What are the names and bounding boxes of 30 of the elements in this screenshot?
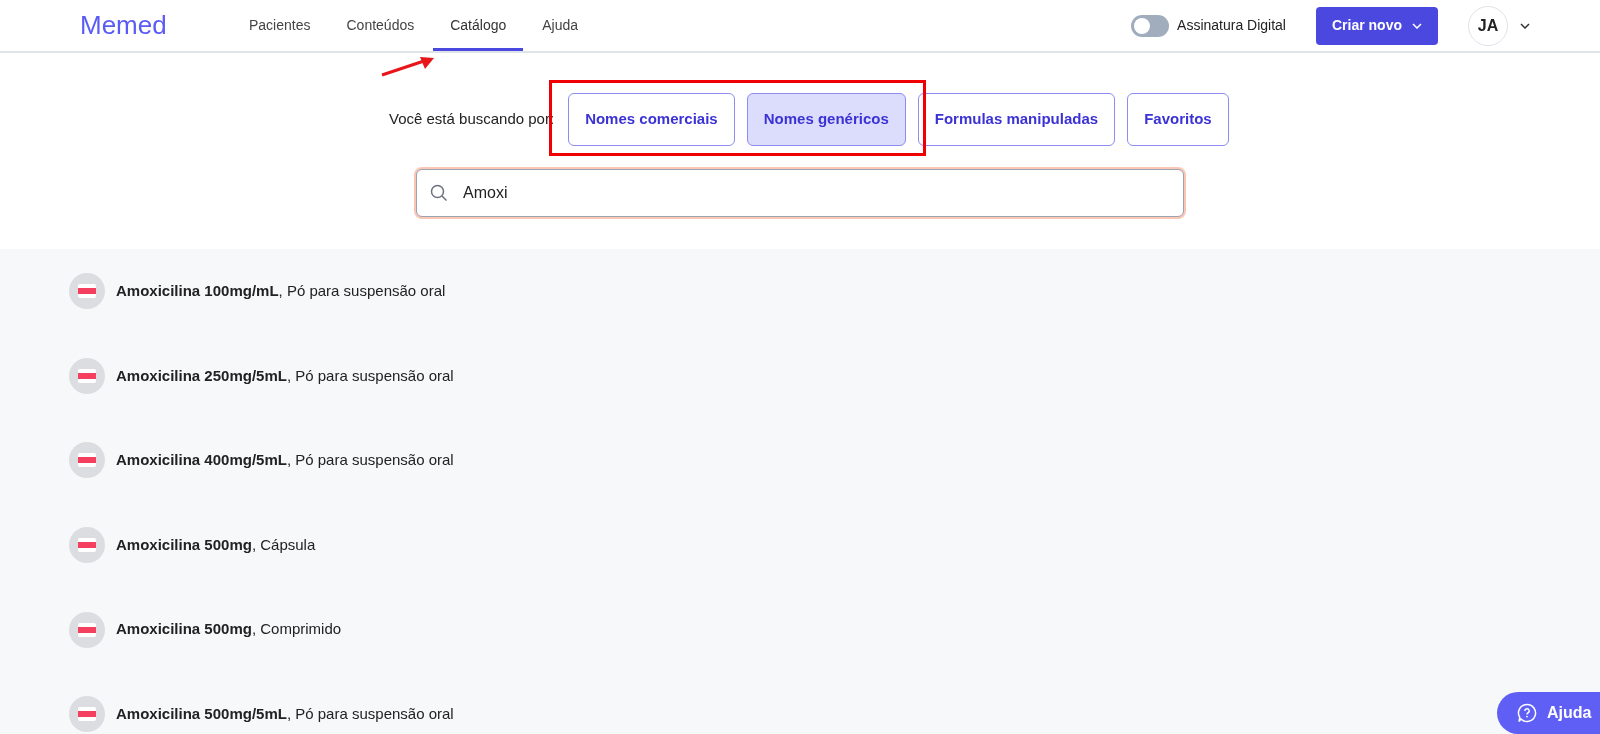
result-item[interactable]: Amoxicilina 500mg, Cápsula <box>116 533 316 557</box>
medicine-icon <box>69 611 105 648</box>
nav-link[interactable]: Pacientes <box>232 0 328 51</box>
nav-link[interactable]: Conteúdos <box>329 0 432 51</box>
medicine-icon <box>69 442 105 479</box>
result-item[interactable]: Amoxicilina 500mg, Comprimido <box>116 618 342 641</box>
toggle-label: Assinatura Digital <box>1177 16 1286 35</box>
filter-option[interactable]: Nomes comerciais <box>568 93 735 146</box>
nav-link[interactable]: Ajuda <box>525 0 596 51</box>
filter-option[interactable]: Favoritos <box>1127 93 1229 146</box>
result-item[interactable]: Amoxicilina 400mg/5mL, Pó para suspensão oral <box>116 449 454 472</box>
annotation-arrow <box>380 57 436 77</box>
filter-option[interactable]: Nomes genéricos <box>746 93 906 146</box>
chevron-down-icon[interactable] <box>1520 22 1530 29</box>
medicine-icon <box>69 527 105 564</box>
result-item[interactable]: Amoxicilina 250mg/5mL, Pó para suspensão oral <box>116 364 454 388</box>
help-button[interactable]: Ajuda <box>1497 692 1600 734</box>
medicine-icon <box>69 357 105 394</box>
help-icon <box>1517 703 1537 723</box>
result-item[interactable]: Amoxicilina 100mg/mL, Pó para suspensão oral <box>116 280 446 303</box>
search-field[interactable]: Amoxi <box>416 169 1184 217</box>
create-button[interactable]: Criar novo <box>1316 6 1438 45</box>
medicine-icon <box>69 696 105 733</box>
chevron-down-icon <box>1412 22 1422 29</box>
toggle-switch[interactable] <box>1131 14 1170 37</box>
medicine-icon <box>69 273 105 310</box>
filter-option[interactable]: Formulas manipuladas <box>917 93 1116 146</box>
result-item[interactable]: Amoxicilina 500mg/5mL, Pó para suspensão oral <box>116 703 454 726</box>
logo[interactable]: Memed <box>80 6 190 45</box>
search-icon <box>430 184 448 202</box>
